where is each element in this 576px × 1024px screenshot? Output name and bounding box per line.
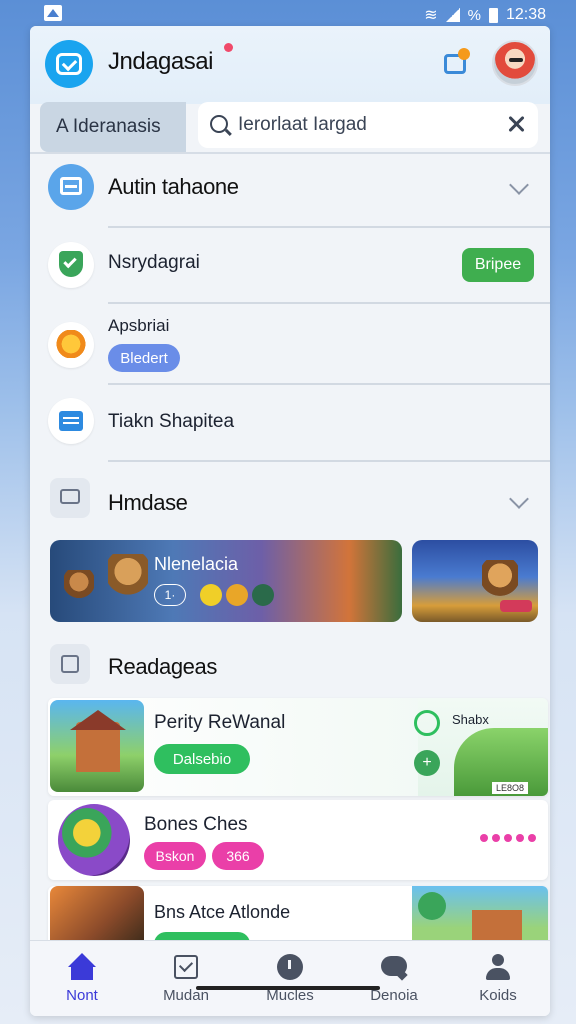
coin-icon — [226, 584, 248, 606]
status-bar: ≋ % 12:38 — [0, 0, 576, 28]
app-title: Jndagasai — [108, 48, 213, 75]
calendar-icon — [48, 398, 94, 444]
section-hmd[interactable]: Hmdase — [30, 466, 550, 536]
row-label: Nsrydagrai — [108, 252, 200, 273]
side-label: Shabx — [452, 712, 489, 727]
banner-title: Nlenelacia — [154, 554, 239, 574]
check-circle-icon — [414, 710, 440, 736]
battery-icon — [488, 7, 498, 23]
status-badge[interactable]: Bripee — [462, 248, 534, 282]
list-item[interactable]: Apsbriai Bledert — [30, 304, 550, 384]
notification-dot-icon — [458, 48, 470, 60]
promo-banner[interactable]: Nlenelacia 1· — [50, 540, 402, 622]
game-thumbnail — [50, 700, 144, 792]
list-item[interactable]: Tiakn Shapitea — [30, 385, 550, 461]
search-input[interactable]: Ierorlaat Iargad — [198, 102, 538, 148]
section-title-readages: Readageas — [108, 654, 217, 679]
shield-check-icon — [48, 242, 94, 288]
promo-banner[interactable] — [412, 540, 538, 622]
game-thumbnail — [50, 886, 144, 946]
nav-profile[interactable]: Koids — [446, 941, 550, 1016]
game-thumbnail — [58, 804, 130, 876]
chevron-down-icon[interactable] — [509, 489, 529, 509]
profile-icon — [484, 953, 512, 981]
app-indicator-icon — [44, 5, 62, 21]
list-item[interactable]: Nsrydagrai Bripee — [30, 228, 550, 304]
home-icon — [68, 953, 96, 981]
section-title-hmd: Hmdase — [108, 490, 188, 515]
search-icon — [210, 115, 228, 133]
clock-icon — [276, 953, 304, 981]
play-button[interactable]: Dalsebio — [154, 744, 250, 774]
notification-button[interactable] — [442, 48, 472, 78]
card-title: Bns Atce Atlonde — [154, 902, 291, 922]
message-icon — [50, 478, 90, 518]
count-badge[interactable]: 366 — [212, 842, 264, 870]
battery-text: % — [467, 6, 481, 24]
inbox-icon — [172, 953, 200, 981]
search-row: A Ideranasis Ierorlaat Iargad — [40, 102, 540, 152]
section-auto[interactable]: Autin tahaone — [30, 154, 550, 224]
card-title: Perity ReWanal — [154, 712, 286, 733]
game-thumbnail — [412, 886, 548, 946]
app-logo-icon[interactable] — [45, 40, 93, 88]
plus-icon[interactable]: + — [414, 750, 440, 776]
star-icon — [48, 322, 94, 368]
tag-badge — [500, 600, 532, 612]
search-placeholder: Ierorlaat Iargad — [238, 114, 367, 135]
status-badge[interactable]: Bledert — [108, 344, 180, 372]
app-header: Jndagasai — [30, 26, 550, 104]
character-image — [482, 560, 518, 604]
game-card[interactable]: Perity ReWanal Dalsebio Shabx + LE8O8 — [48, 698, 548, 796]
wifi-icon: ≋ — [424, 7, 438, 24]
section-title-auto: Autin tahaone — [108, 174, 239, 199]
card-title: Bones Ches — [144, 814, 248, 835]
gem-icon — [252, 584, 274, 606]
title-dot-icon — [224, 43, 233, 52]
tag-badge: LE8O8 — [492, 782, 529, 794]
action-button[interactable]: Bskon — [144, 842, 206, 870]
app-window: Jndagasai A Ideranasis Ierorlaat Iargad … — [30, 26, 550, 1016]
section-readages[interactable]: Readageas — [30, 630, 550, 700]
card-side-panel: Shabx + LE8O8 — [414, 698, 548, 796]
character-image — [108, 554, 148, 604]
more-dots-icon[interactable] — [480, 834, 536, 842]
avatar[interactable] — [492, 40, 538, 86]
signal-icon — [445, 8, 460, 22]
character-image — [64, 570, 94, 604]
filter-tab[interactable]: A Ideranasis — [40, 102, 186, 152]
clear-icon[interactable] — [506, 114, 526, 134]
game-card[interactable]: Bones Ches Bskon 366 — [48, 800, 548, 880]
nav-label: Nont — [66, 987, 98, 1004]
home-indicator[interactable] — [196, 986, 380, 990]
house-image — [472, 910, 522, 940]
chevron-down-icon[interactable] — [509, 175, 529, 195]
folder-icon — [48, 164, 94, 210]
check-circle-icon — [418, 892, 446, 920]
nav-label: Koids — [479, 987, 517, 1004]
banner-chip[interactable]: 1· — [154, 584, 186, 606]
row-label: Tiakn Shapitea — [108, 411, 235, 432]
clock-time: 12:38 — [505, 6, 546, 23]
nav-chat[interactable]: Denoia — [342, 941, 446, 1016]
bottom-nav: Nont Mudan Mucles Denoia Koids — [30, 940, 550, 1016]
nav-inbox[interactable]: Mudan — [134, 941, 238, 1016]
game-card[interactable]: Bns Atce Atlonde — [48, 886, 548, 946]
nav-clock[interactable]: Mucles — [238, 941, 342, 1016]
coin-icon — [200, 584, 222, 606]
chat-icon — [380, 953, 408, 981]
row-label: Apsbriai — [108, 316, 170, 335]
image-icon — [50, 644, 90, 684]
nav-home[interactable]: Nont — [30, 941, 134, 1016]
